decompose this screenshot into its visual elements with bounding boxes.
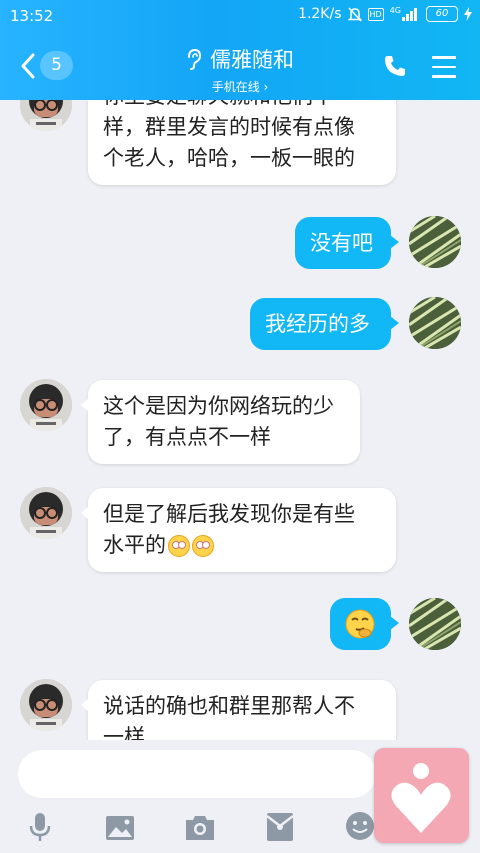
floating-heart-widget[interactable] bbox=[374, 748, 469, 843]
message-bubble[interactable]: 我经历的多 bbox=[250, 298, 399, 350]
contact-avatar[interactable] bbox=[20, 487, 72, 539]
chat-header: 13:52 1.2K/s HD 4G 60 5 儒雅随和 手机在线 › bbox=[0, 0, 480, 100]
camera-icon[interactable] bbox=[184, 814, 216, 842]
battery-level: 60 bbox=[435, 8, 449, 19]
flushed-emoji-icon bbox=[192, 535, 214, 557]
network-type: 4G bbox=[389, 6, 401, 15]
message-text: 但是了解后我发现你是有些 bbox=[103, 502, 355, 526]
red-packet-icon[interactable] bbox=[266, 812, 294, 842]
thinking-emoji-icon bbox=[345, 609, 375, 639]
message-text: 说话的确也和群里那帮人不 bbox=[103, 694, 355, 718]
message-bubble[interactable]: 没有吧 bbox=[295, 217, 399, 269]
message-input[interactable] bbox=[18, 750, 376, 798]
status-bar: 13:52 1.2K/s HD 4G 60 bbox=[0, 0, 480, 30]
chat-title[interactable]: 儒雅随和 手机在线 › bbox=[0, 44, 480, 95]
hd-icon: HD bbox=[367, 7, 384, 21]
message-text: 了，有点点不一样 bbox=[103, 425, 271, 449]
charging-icon bbox=[464, 7, 472, 21]
my-avatar[interactable] bbox=[409, 297, 461, 349]
microphone-icon[interactable] bbox=[28, 812, 52, 842]
status-time: 13:52 bbox=[10, 7, 54, 25]
contact-name: 儒雅随和 bbox=[210, 48, 294, 72]
contact-avatar[interactable] bbox=[20, 679, 72, 731]
message-text: 我经历的多 bbox=[265, 312, 370, 336]
mute-bell-icon bbox=[347, 6, 362, 22]
message-bubble[interactable]: 这个是因为你网络玩的少 了，有点点不一样 bbox=[81, 380, 360, 464]
message-text: 样，群里发言的时候有点像 bbox=[103, 115, 355, 139]
status-indicators: 1.2K/s HD 4G 60 bbox=[298, 6, 472, 22]
message-text: 这个是因为你网络玩的少 bbox=[103, 394, 334, 418]
my-avatar[interactable] bbox=[409, 598, 461, 650]
my-avatar[interactable] bbox=[409, 216, 461, 268]
message-text: 没有吧 bbox=[310, 231, 373, 255]
battery-icon: 60 bbox=[426, 6, 458, 22]
signal-icon: 4G bbox=[390, 7, 420, 21]
menu-icon[interactable] bbox=[432, 56, 456, 78]
phone-call-icon[interactable] bbox=[383, 54, 407, 78]
contact-avatar[interactable] bbox=[20, 379, 72, 431]
online-status: 手机在线 › bbox=[211, 80, 269, 94]
emoji-icon[interactable] bbox=[345, 811, 375, 841]
message-text: 水平的 bbox=[103, 533, 166, 557]
flushed-emoji-icon bbox=[168, 535, 190, 557]
message-bubble[interactable]: 但是了解后我发现你是有些 水平的 bbox=[81, 488, 396, 572]
heart-icon bbox=[391, 763, 451, 833]
ear-icon bbox=[188, 48, 202, 70]
message-text: 个老人，哈哈，一板一眼的 bbox=[103, 146, 355, 170]
image-icon[interactable] bbox=[105, 815, 135, 841]
message-bubble[interactable] bbox=[330, 598, 399, 650]
net-speed: 1.2K/s bbox=[298, 6, 342, 22]
